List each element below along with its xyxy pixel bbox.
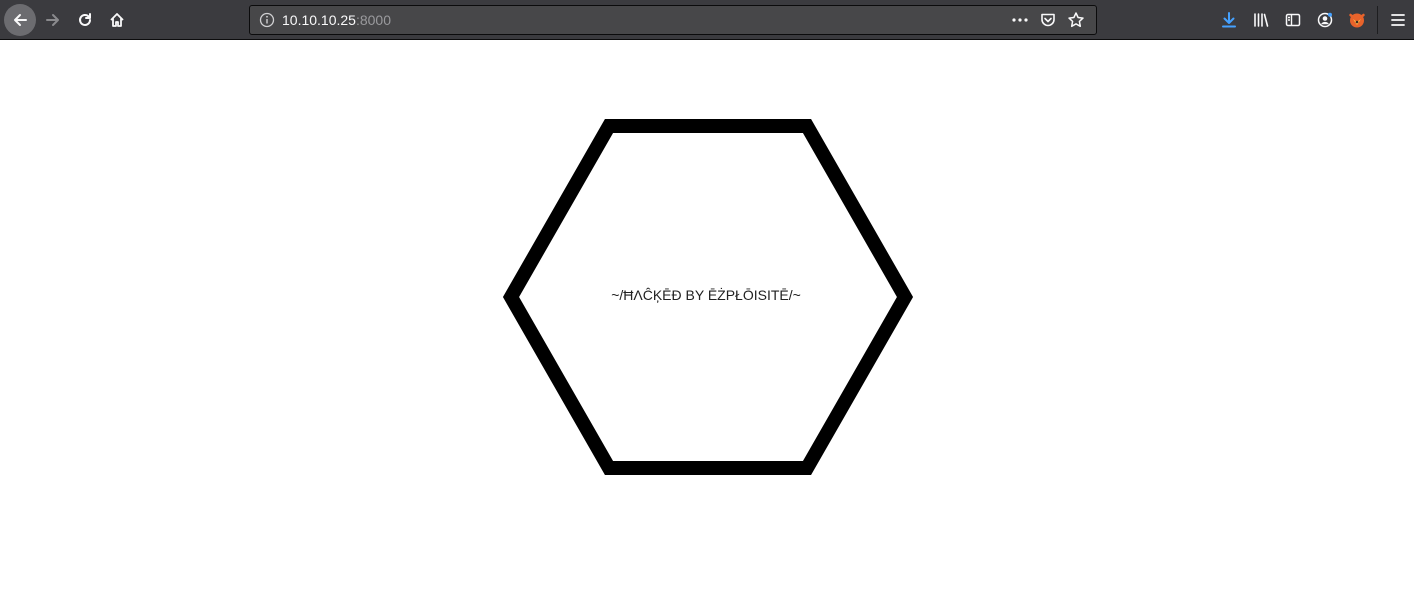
- star-icon: [1068, 12, 1084, 28]
- sidebar-button[interactable]: [1277, 4, 1309, 36]
- account-icon: [1317, 12, 1333, 28]
- download-icon: [1222, 12, 1236, 28]
- page-content: ~/ĦΛĈĶĒĐ BY ĒŻPŁŌISITĒ/~: [0, 41, 1414, 603]
- menu-button[interactable]: [1382, 4, 1414, 36]
- sidebar-icon: [1285, 13, 1301, 27]
- page-actions-button[interactable]: [1006, 6, 1034, 34]
- reload-icon: [79, 13, 91, 26]
- home-icon: [110, 13, 124, 27]
- hacked-message: ~/ĦΛĈĶĒĐ BY ĒŻPŁŌISITĒ/~: [611, 287, 801, 303]
- pocket-button[interactable]: [1034, 6, 1062, 34]
- url-port: :8000: [355, 12, 392, 28]
- library-button[interactable]: [1245, 4, 1277, 36]
- browser-toolbar: 10.10.10.25:8000: [0, 0, 1414, 40]
- hamburger-menu-icon: [1391, 14, 1405, 26]
- more-horizontal-icon: [1012, 18, 1028, 22]
- fox-extension-icon: [1349, 13, 1365, 28]
- library-icon: [1254, 13, 1269, 27]
- downloads-button[interactable]: [1213, 4, 1245, 36]
- url-text[interactable]: 10.10.10.25:8000: [282, 12, 391, 29]
- extension-button[interactable]: [1341, 4, 1373, 36]
- back-arrow-icon: [14, 14, 27, 26]
- reload-button[interactable]: [69, 4, 101, 36]
- toolbar-right: [1213, 4, 1414, 36]
- info-icon[interactable]: [259, 12, 275, 28]
- bookmark-button[interactable]: [1062, 6, 1090, 34]
- forward-button[interactable]: [37, 4, 69, 36]
- back-button[interactable]: [4, 4, 36, 36]
- url-host: 10.10.10.25: [282, 12, 356, 28]
- home-button[interactable]: [101, 4, 133, 36]
- toolbar-separator: [1377, 6, 1378, 34]
- account-button[interactable]: [1309, 4, 1341, 36]
- url-actions: [1006, 6, 1090, 34]
- url-bar[interactable]: 10.10.10.25:8000: [249, 5, 1097, 35]
- forward-arrow-icon: [46, 14, 59, 26]
- pocket-icon: [1041, 13, 1055, 27]
